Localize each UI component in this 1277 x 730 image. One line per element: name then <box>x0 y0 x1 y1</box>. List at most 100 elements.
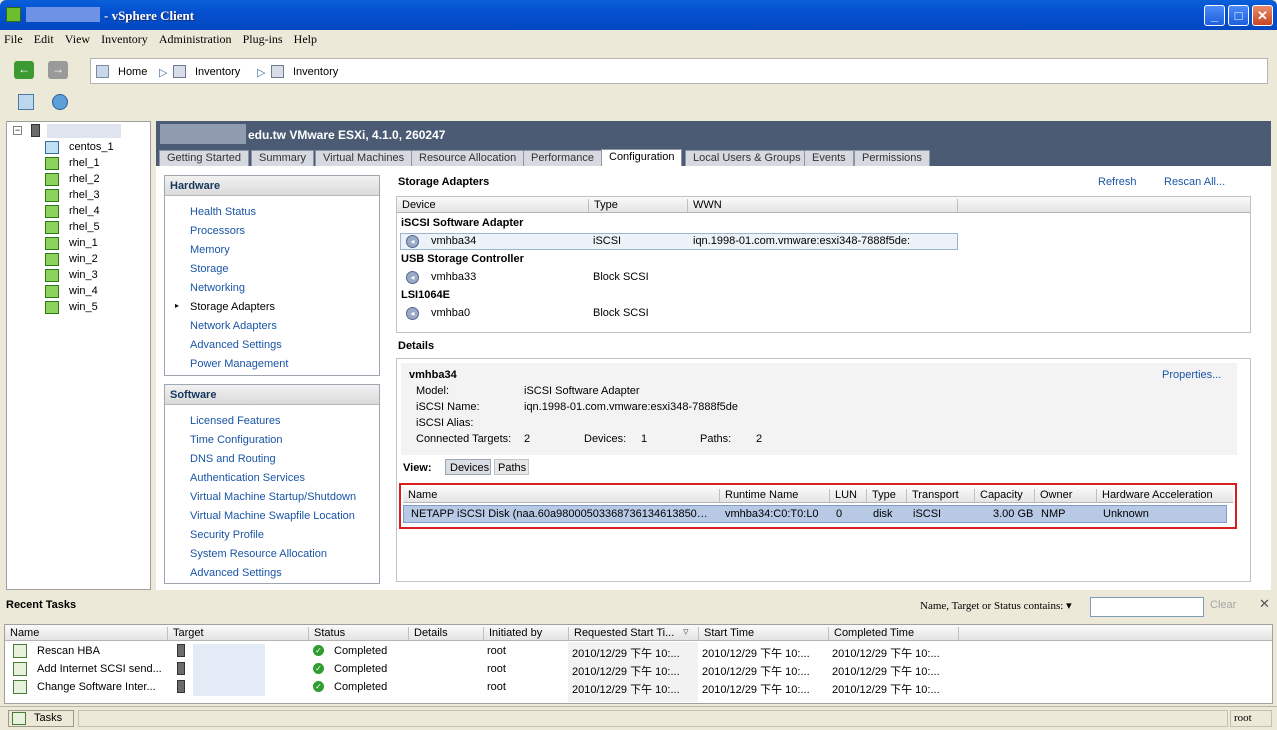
tab-configuration[interactable]: Configuration <box>601 149 683 166</box>
column-name[interactable]: Name <box>403 489 437 502</box>
model-label: Model: <box>416 385 450 397</box>
column-type[interactable]: Type <box>588 199 618 212</box>
hardware-item[interactable]: Storage Adapters <box>190 301 275 313</box>
redacted-host-name[interactable] <box>47 124 121 138</box>
view-devices-button[interactable]: Devices <box>445 459 491 475</box>
column-wwn[interactable]: WWN <box>687 199 722 212</box>
column-requested-start[interactable]: Requested Start Ti... <box>568 627 674 640</box>
host-icon <box>177 644 185 657</box>
column-owner[interactable]: Owner <box>1034 489 1072 502</box>
hardware-item[interactable]: Power Management <box>190 358 288 370</box>
refresh-link[interactable]: Refresh <box>1098 176 1137 188</box>
task-filter-label[interactable]: Name, Target or Status contains: ▾ <box>920 599 1072 612</box>
menu-edit[interactable]: Edit <box>34 32 54 47</box>
tab-summary[interactable]: Summary <box>251 150 315 166</box>
column-details[interactable]: Details <box>408 627 448 640</box>
menu-inventory[interactable]: Inventory <box>101 32 148 47</box>
maximize-button[interactable]: □ <box>1228 5 1249 26</box>
back-arrow-icon[interactable]: ← <box>14 61 34 79</box>
devices-label: Devices: <box>584 433 627 445</box>
software-panel: Software Licensed Features Time Configura… <box>164 384 380 584</box>
software-item[interactable]: Time Configuration <box>190 434 283 446</box>
tab-events[interactable]: Events <box>804 150 854 166</box>
column-transport[interactable]: Transport <box>906 489 959 502</box>
tree-item-label: win_1 <box>69 237 98 249</box>
column-initiated-by[interactable]: Initiated by <box>483 627 542 640</box>
software-item[interactable]: Security Profile <box>190 529 264 541</box>
rescan-all-link[interactable]: Rescan All... <box>1164 176 1225 188</box>
configuration-content: Hardware Health Status Processors Memory St… <box>156 166 1271 590</box>
column-target[interactable]: Target <box>167 627 204 640</box>
task-cell[interactable]: Change Software Inter... <box>37 681 156 693</box>
hardware-item[interactable]: Memory <box>190 244 230 256</box>
task-cell[interactable]: Add Internet SCSI send... <box>37 663 162 675</box>
menu-administration[interactable]: Administration <box>159 32 232 47</box>
hardware-item[interactable]: Advanced Settings <box>190 339 282 351</box>
close-button[interactable]: ✕ <box>1252 5 1273 26</box>
column-runtime-name[interactable]: Runtime Name <box>719 489 798 502</box>
column-type[interactable]: Type <box>866 489 896 502</box>
task-cell[interactable]: Rescan HBA <box>37 645 100 657</box>
software-item[interactable]: Advanced Settings <box>190 567 282 579</box>
adapter-type: Block SCSI <box>593 307 649 319</box>
column-device[interactable]: Device <box>397 199 436 212</box>
menu-help[interactable]: Help <box>294 32 317 47</box>
software-item[interactable]: DNS and Routing <box>190 453 276 465</box>
column-hardware-acceleration[interactable]: Hardware Acceleration <box>1096 489 1213 502</box>
software-item[interactable]: System Resource Allocation <box>190 548 327 560</box>
tab-virtual-machines[interactable]: Virtual Machines <box>315 150 413 166</box>
menu-plugins[interactable]: Plug-ins <box>243 32 283 47</box>
tab-permissions[interactable]: Permissions <box>854 150 930 166</box>
hardware-item[interactable]: Network Adapters <box>190 320 277 332</box>
hardware-item[interactable]: Health Status <box>190 206 256 218</box>
inventory-tree: − centos_1 rhel_1 rhel_2 rhel_3 rhel_4 rhel_5… <box>6 121 151 590</box>
hardware-item[interactable]: Storage <box>190 263 229 275</box>
properties-link[interactable]: Properties... <box>1162 369 1221 381</box>
adapter-device[interactable]: vmhba0 <box>431 307 470 319</box>
tree-item-label: rhel_2 <box>69 173 100 185</box>
tab-performance[interactable]: Performance <box>523 150 602 166</box>
minimize-button[interactable]: _ <box>1204 5 1225 26</box>
tab-resource-allocation[interactable]: Resource Allocation <box>411 150 525 166</box>
task-icon <box>13 644 27 658</box>
forward-arrow-icon[interactable]: → <box>48 61 68 79</box>
menu-view[interactable]: View <box>65 32 90 47</box>
breadcrumb-inventory-2[interactable]: Inventory <box>293 66 338 78</box>
software-item[interactable]: Authentication Services <box>190 472 305 484</box>
breadcrumb-inventory-1[interactable]: Inventory <box>195 66 240 78</box>
vm-running-icon <box>45 157 59 170</box>
host-icon <box>31 124 40 137</box>
breadcrumb-home[interactable]: Home <box>118 66 147 78</box>
column-start-time[interactable]: Start Time <box>698 627 754 640</box>
hardware-item[interactable]: Networking <box>190 282 245 294</box>
vm-running-icon <box>45 173 59 186</box>
task-icon <box>13 680 27 694</box>
tree-item-label: win_3 <box>69 269 98 281</box>
column-completed-time[interactable]: Completed Time <box>828 627 914 640</box>
column-lun[interactable]: LUN <box>829 489 857 502</box>
column-status[interactable]: Status <box>308 627 345 640</box>
task-cell: 2010/12/29 下午 10:... <box>832 666 940 678</box>
tree-item-label: rhel_4 <box>69 205 100 217</box>
software-item[interactable]: Licensed Features <box>190 415 281 427</box>
host-title: edu.tw VMware ESXi, 4.1.0, 260247 <box>248 128 446 142</box>
tab-getting-started[interactable]: Getting Started <box>159 150 249 166</box>
clear-link[interactable]: Clear <box>1210 599 1236 611</box>
task-filter-input[interactable] <box>1090 597 1204 617</box>
redacted-host-prefix <box>160 124 246 144</box>
view-paths-button[interactable]: Paths <box>494 459 529 475</box>
tab-local-users-groups[interactable]: Local Users & Groups <box>685 150 809 166</box>
new-vm-icon[interactable] <box>18 94 34 110</box>
adapter-device[interactable]: vmhba33 <box>431 271 476 283</box>
menu-file[interactable]: File <box>4 32 23 47</box>
software-item[interactable]: Virtual Machine Swapfile Location <box>190 510 355 522</box>
column-name[interactable]: Name <box>5 627 39 640</box>
column-capacity[interactable]: Capacity <box>974 489 1023 502</box>
software-item[interactable]: Virtual Machine Startup/Shutdown <box>190 491 356 503</box>
hardware-item[interactable]: Processors <box>190 225 245 237</box>
host-icon <box>177 680 185 693</box>
new-resource-pool-icon[interactable] <box>52 94 68 110</box>
collapse-icon[interactable]: − <box>13 126 22 135</box>
adapter-device: vmhba34 <box>431 235 477 247</box>
close-tasks-icon[interactable]: ✕ <box>1259 596 1270 612</box>
